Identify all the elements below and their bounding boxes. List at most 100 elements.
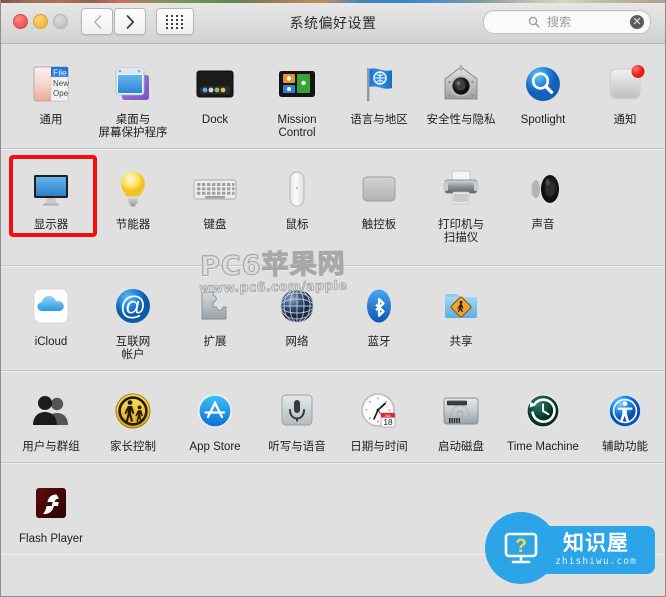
- pref-sound[interactable]: 声音: [502, 161, 584, 245]
- search-input[interactable]: [545, 14, 619, 30]
- pref-label: 键盘: [203, 219, 227, 231]
- pref-label: 显示器: [33, 219, 69, 231]
- pane-row-internet: iCloud @ 互联网 帐户 扩展 网络 蓝牙 共享: [1, 266, 665, 371]
- flash-player-icon: [27, 479, 75, 527]
- window-titlebar: 系统偏好设置 ✕: [1, 0, 665, 44]
- pref-extensions[interactable]: 扩展: [174, 278, 256, 362]
- pref-desktop-screensaver[interactable]: 桌面与 屏幕保护程序: [92, 56, 174, 140]
- svg-text:@: @: [120, 291, 146, 321]
- icloud-icon: [27, 282, 75, 330]
- mouse-icon: [273, 165, 321, 213]
- pref-label: 听写与语音: [268, 441, 326, 453]
- sharing-folder-icon: [437, 282, 485, 330]
- pref-label: 通知: [613, 114, 637, 126]
- pref-printers-scanners[interactable]: 打印机与 扫描仪: [420, 161, 502, 245]
- pref-label: 扩展: [203, 336, 227, 348]
- pref-label: Mission Control: [277, 114, 317, 139]
- search-field[interactable]: ✕: [483, 10, 651, 34]
- preference-panes-area: File New Ope 通用 桌面与 屏幕保护程序 Dock Mission …: [1, 44, 665, 554]
- pref-label: 互联网 帐户: [115, 336, 151, 361]
- pref-icloud[interactable]: iCloud: [10, 278, 92, 362]
- pref-label: 节能器: [115, 219, 151, 231]
- pref-label: Flash Player: [19, 533, 83, 545]
- pref-label: 辅助功能: [602, 441, 648, 453]
- pref-startup-disk[interactable]: 启动磁盘: [420, 383, 502, 454]
- pref-label: 日期与时间: [350, 441, 408, 453]
- pref-label: iCloud: [34, 336, 68, 348]
- calendar-day: 18: [383, 417, 393, 427]
- bluetooth-icon: [355, 282, 403, 330]
- pref-label: 通用: [39, 114, 63, 126]
- pref-label: 安全性与隐私: [426, 114, 496, 126]
- dictation-speech-mic-icon: [273, 387, 321, 435]
- pref-network[interactable]: 网络: [256, 278, 338, 362]
- pref-users-groups[interactable]: 用户与群组: [10, 383, 92, 454]
- pref-spotlight[interactable]: Spotlight: [502, 56, 584, 140]
- pref-displays[interactable]: 显示器: [10, 161, 92, 245]
- pref-dictation-speech[interactable]: 听写与语音: [256, 383, 338, 454]
- pref-security-privacy[interactable]: 安全性与隐私: [420, 56, 502, 140]
- pref-label: 启动磁盘: [438, 441, 484, 453]
- pref-language-region[interactable]: 语言与地区: [338, 56, 420, 140]
- pref-label: 语言与地区: [350, 114, 408, 126]
- pref-dock[interactable]: Dock: [174, 56, 256, 140]
- pref-label: App Store: [189, 441, 241, 453]
- date-time-clock-icon: JUL 18: [355, 387, 403, 435]
- pref-flash-player[interactable]: Flash Player: [10, 475, 92, 546]
- pref-label: Dock: [201, 114, 229, 126]
- pref-label: Spotlight: [520, 114, 566, 126]
- energy-saver-bulb-icon: [109, 165, 157, 213]
- mission-control-icon: [273, 60, 321, 108]
- pane-row-hardware: 显示器 节能器 键盘 鼠标 触控板 打印机与 扫描仪 声音: [1, 149, 665, 266]
- search-icon: [528, 16, 540, 28]
- pref-trackpad[interactable]: 触控板: [338, 161, 420, 245]
- pref-date-time[interactable]: JUL 18 日期与时间: [338, 383, 420, 454]
- spotlight-icon: [519, 60, 567, 108]
- pref-accessibility[interactable]: 辅助功能: [584, 383, 665, 454]
- pref-sharing[interactable]: 共享: [420, 278, 502, 362]
- pref-general[interactable]: File New Ope 通用: [10, 56, 92, 140]
- pref-label: 家长控制: [110, 441, 156, 453]
- displays-monitor-icon: [27, 165, 75, 213]
- app-store-icon: [191, 387, 239, 435]
- watermark-zhishiwu-en: zhishiwu.com: [555, 556, 637, 567]
- pref-mission-control[interactable]: Mission Control: [256, 56, 338, 140]
- svg-text:New: New: [53, 79, 69, 88]
- pref-keyboard[interactable]: 键盘: [174, 161, 256, 245]
- pref-label: 桌面与 屏幕保护程序: [98, 114, 168, 139]
- extensions-puzzle-icon: [191, 282, 239, 330]
- security-privacy-icon: [437, 60, 485, 108]
- general-icon: File New Ope: [27, 60, 75, 108]
- pref-app-store[interactable]: App Store: [174, 383, 256, 454]
- sound-speaker-icon: [519, 165, 567, 213]
- pref-label: 触控板: [361, 219, 397, 231]
- accessibility-icon: [601, 387, 649, 435]
- parental-controls-icon: [109, 387, 157, 435]
- pref-label: 声音: [531, 219, 555, 231]
- pref-internet-accounts[interactable]: @ 互联网 帐户: [92, 278, 174, 362]
- users-groups-icon: [27, 387, 75, 435]
- desktop-screensaver-icon: [109, 60, 157, 108]
- pref-label: 网络: [285, 336, 309, 348]
- pref-energy-saver[interactable]: 节能器: [92, 161, 174, 245]
- pref-parental-controls[interactable]: 家长控制: [92, 383, 174, 454]
- desktop-wallpaper-strip: [1, 0, 665, 3]
- pref-mouse[interactable]: 鼠标: [256, 161, 338, 245]
- startup-disk-icon: [437, 387, 485, 435]
- time-machine-icon: [519, 387, 567, 435]
- pref-bluetooth[interactable]: 蓝牙: [338, 278, 420, 362]
- keyboard-icon: [191, 165, 239, 213]
- pref-label: 用户与群组: [22, 441, 80, 453]
- svg-text:Ope: Ope: [53, 89, 69, 98]
- printers-scanners-icon: [437, 165, 485, 213]
- pref-label: 蓝牙: [367, 336, 391, 348]
- pref-label: 打印机与 扫描仪: [438, 219, 484, 244]
- trackpad-icon: [355, 165, 403, 213]
- pref-time-machine[interactable]: Time Machine: [502, 383, 584, 454]
- pane-row-personal: File New Ope 通用 桌面与 屏幕保护程序 Dock Mission …: [1, 44, 665, 149]
- search-clear-button[interactable]: ✕: [630, 15, 644, 29]
- pref-notifications[interactable]: 通知: [584, 56, 665, 140]
- pref-label: Time Machine: [507, 441, 579, 453]
- pane-row-system: 用户与群组 家长控制 App Store 听写与语音 JUL 18 日期与时间 …: [1, 371, 665, 463]
- internet-accounts-at-icon: @: [109, 282, 157, 330]
